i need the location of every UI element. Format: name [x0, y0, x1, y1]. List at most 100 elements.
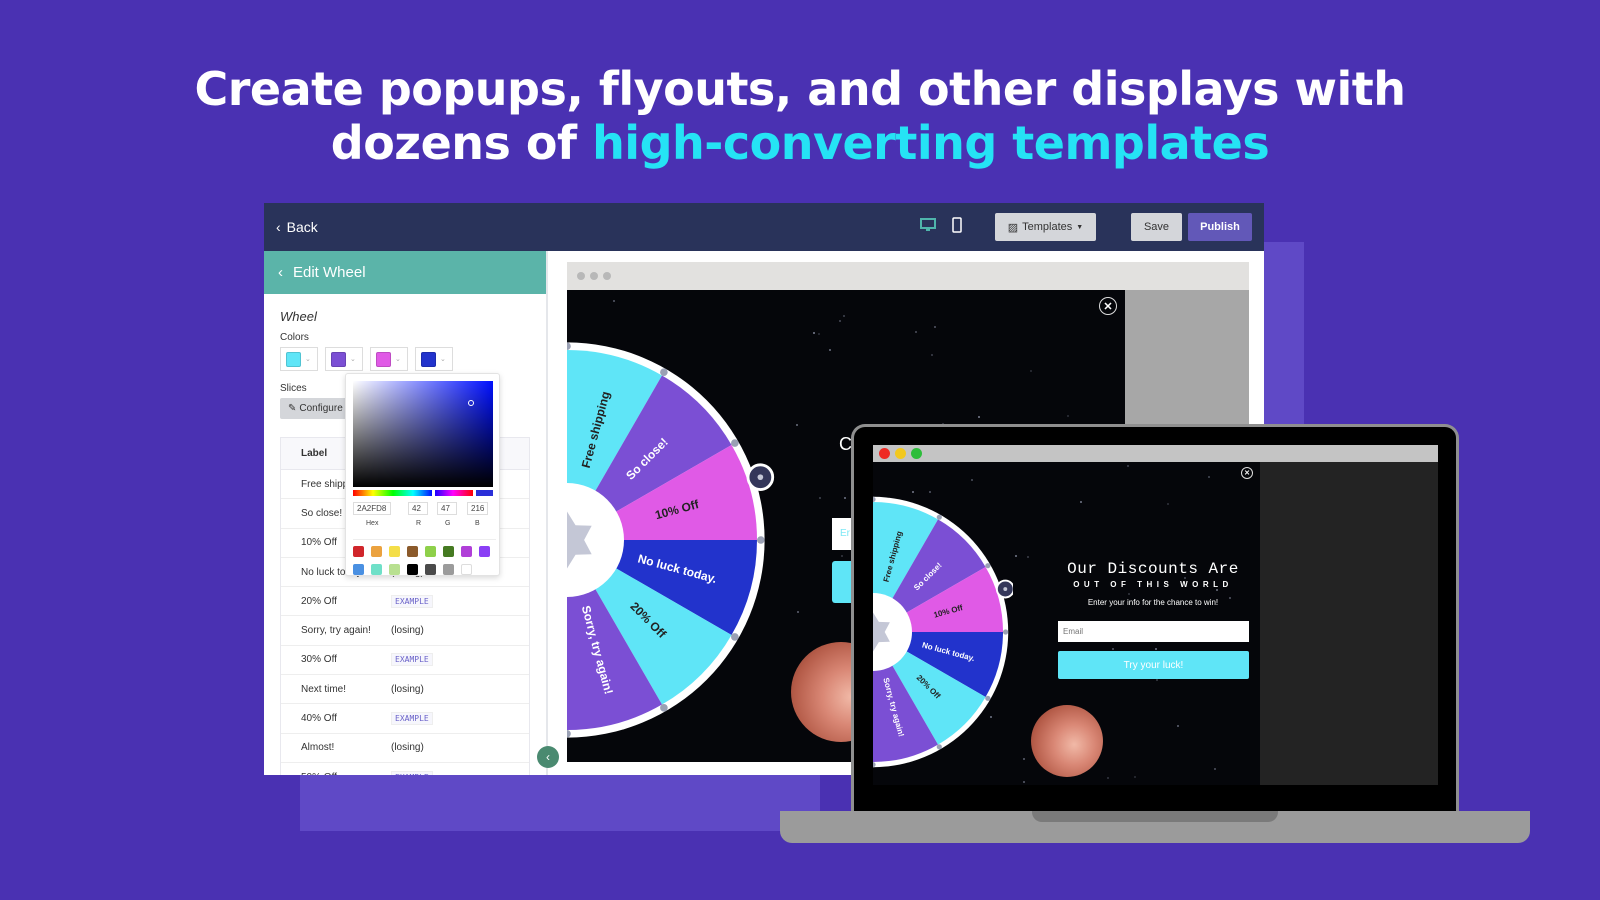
- wheel-peg: [731, 633, 739, 641]
- star: [1127, 593, 1130, 596]
- edit-wheel-title: Edit Wheel: [293, 264, 366, 281]
- traffic-light-dot: [879, 448, 890, 459]
- decorative-block: [300, 775, 820, 831]
- preset-color-swatch[interactable]: [389, 564, 400, 575]
- color-chip: [421, 351, 436, 367]
- slice-label: Almost!: [301, 742, 335, 754]
- star: [1067, 414, 1070, 417]
- color-swatch-button[interactable]: ⌄: [325, 347, 363, 371]
- preset-colors: [353, 539, 496, 575]
- laptop-browser-bar: [873, 445, 1438, 462]
- color-cursor[interactable]: [468, 400, 474, 406]
- templates-button[interactable]: ▨ Templates ▼: [995, 213, 1096, 241]
- popup-background: Free shipping So close! 10% Off No luck tod…: [873, 462, 1260, 785]
- star: [1207, 476, 1210, 479]
- caret-down-icon: ▼: [1076, 223, 1084, 231]
- r-label: R: [416, 520, 422, 527]
- preset-color-swatch[interactable]: [443, 564, 454, 575]
- star: [1166, 503, 1169, 506]
- wheel-peg: [985, 695, 991, 701]
- g-input[interactable]: 47: [437, 502, 457, 515]
- table-row[interactable]: Sorry, try again! (losing): [281, 616, 529, 646]
- laptop-mockup: Free shipping So close! 10% Off No luck tod…: [851, 424, 1459, 812]
- wheel-peg: [660, 368, 668, 376]
- email-input[interactable]: [1058, 621, 1249, 642]
- star: [1026, 555, 1029, 558]
- save-button[interactable]: Save: [1131, 213, 1182, 241]
- section-title: Wheel: [280, 309, 317, 324]
- table-row[interactable]: 50% OffEXAMPLE: [281, 763, 529, 775]
- table-row[interactable]: 20% Off EXAMPLE: [281, 587, 529, 617]
- chevron-left-icon: ‹: [278, 264, 283, 281]
- star: [1177, 725, 1180, 728]
- star: [1213, 767, 1216, 770]
- edit-wheel-header[interactable]: ‹ Edit Wheel: [264, 251, 546, 294]
- saturation-value-area[interactable]: [353, 381, 493, 487]
- chevron-down-icon: ⌄: [305, 356, 311, 363]
- b-input[interactable]: 216: [467, 502, 488, 515]
- preset-color-swatch[interactable]: [461, 546, 472, 557]
- desktop-icon[interactable]: [920, 218, 936, 232]
- preset-color-swatch[interactable]: [425, 546, 436, 557]
- preset-color-swatch[interactable]: [461, 564, 472, 575]
- publish-button[interactable]: Publish: [1188, 213, 1252, 241]
- try-luck-button[interactable]: Try your luck!: [1058, 651, 1249, 679]
- close-popup-button[interactable]: ✕: [1241, 467, 1253, 479]
- popup-title: Our Discounts Are: [1067, 560, 1239, 578]
- window-dot: [590, 272, 598, 280]
- chevron-left-icon: ‹: [546, 750, 550, 764]
- preset-color-swatch[interactable]: [371, 546, 382, 557]
- close-popup-button[interactable]: ✕: [1099, 297, 1117, 315]
- star: [1156, 678, 1159, 681]
- r-input[interactable]: 42: [408, 502, 428, 515]
- table-row[interactable]: Almost! (losing): [281, 734, 529, 763]
- preset-color-swatch[interactable]: [353, 564, 364, 575]
- star: [843, 497, 846, 500]
- star: [796, 424, 799, 427]
- preset-color-swatch[interactable]: [479, 546, 490, 557]
- color-chip: [331, 351, 346, 367]
- decorative-block: [1264, 242, 1304, 442]
- b-label: B: [475, 520, 480, 527]
- preset-color-swatch[interactable]: [353, 546, 364, 557]
- window-dot: [603, 272, 611, 280]
- star: [612, 299, 615, 302]
- slice-value: (losing): [391, 742, 424, 754]
- slice-value: (losing): [391, 683, 424, 695]
- hue-thumb[interactable]: [432, 489, 435, 497]
- preset-color-swatch[interactable]: [407, 564, 418, 575]
- wheel-peg: [985, 563, 991, 569]
- table-row[interactable]: Next time! (losing): [281, 675, 529, 705]
- back-button[interactable]: ‹ Back: [276, 219, 318, 235]
- preset-color-swatch[interactable]: [371, 564, 382, 575]
- slice-label: 50% Off: [301, 772, 391, 775]
- mobile-icon[interactable]: [952, 217, 962, 233]
- headline-line-1: Create popups, flyouts, and other displa…: [194, 62, 1406, 116]
- color-swatch-button[interactable]: ⌄: [280, 347, 318, 371]
- color-swatch-button[interactable]: ⌄: [415, 347, 453, 371]
- hue-slider[interactable]: [353, 489, 473, 497]
- table-row[interactable]: 40% Off EXAMPLE: [281, 704, 529, 734]
- star: [818, 332, 821, 335]
- slice-label: Next time!: [301, 683, 347, 695]
- table-row[interactable]: 30% Off EXAMPLE: [281, 646, 529, 676]
- collapse-sidebar-button[interactable]: ‹: [537, 746, 559, 768]
- preset-color-swatch[interactable]: [443, 546, 454, 557]
- preset-color-swatch[interactable]: [407, 546, 418, 557]
- star: [1216, 588, 1219, 591]
- chevron-down-icon: ⌄: [440, 356, 446, 363]
- star: [840, 554, 843, 557]
- color-chip: [286, 351, 301, 367]
- color-swatches: ⌄ ⌄ ⌄ ⌄: [280, 347, 546, 371]
- headline-prefix: dozens of: [330, 116, 593, 170]
- star: [842, 314, 845, 317]
- hex-input[interactable]: 2A2FD8: [353, 502, 391, 515]
- coupon-badge: EXAMPLE: [391, 712, 433, 726]
- laptop-notch: [1032, 811, 1278, 822]
- chevron-left-icon: ‹: [276, 219, 281, 235]
- preset-color-swatch[interactable]: [425, 564, 436, 575]
- preset-color-swatch[interactable]: [389, 546, 400, 557]
- color-swatch-button[interactable]: ⌄: [370, 347, 408, 371]
- star: [813, 332, 816, 335]
- slice-value: (losing): [391, 625, 424, 637]
